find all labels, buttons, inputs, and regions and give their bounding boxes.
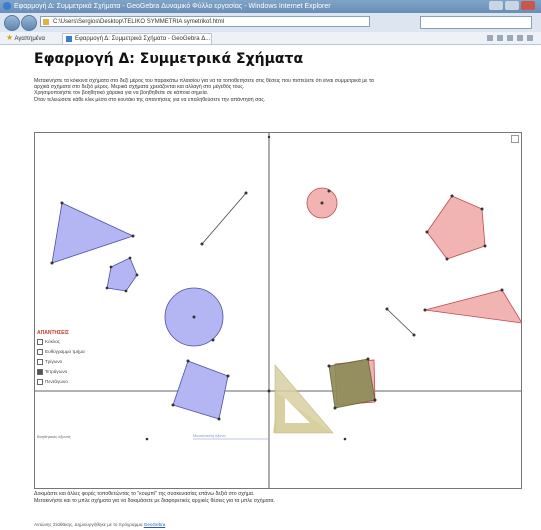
vertex-point[interactable]: [423, 308, 427, 312]
slider-point[interactable]: [343, 437, 347, 441]
vertex-point[interactable]: [480, 207, 484, 211]
geogebra-applet[interactable]: ΑΠΑΝΤΗΣΕΙΣ Κύκλος Ευθύγραμμο τμήμα Τρίγω…: [34, 132, 522, 489]
checkbox-checked[interactable]: [37, 369, 43, 375]
vertex-point[interactable]: [131, 234, 135, 238]
print-icon[interactable]: [507, 35, 513, 41]
circle-point[interactable]: [211, 338, 215, 342]
back-button[interactable]: [4, 15, 20, 31]
maximize-icon[interactable]: [505, 1, 519, 10]
geometry-canvas[interactable]: [35, 133, 521, 488]
answer-square[interactable]: Τετράγωνο: [37, 367, 85, 377]
window-controls: [489, 1, 535, 10]
answers-header: ΑΠΑΝΤΗΣΕΙΣ: [37, 330, 69, 336]
answers-panel: ΑΠΑΝΤΗΣΕΙΣ Κύκλος Ευθύγραμμο τμήμα Τρίγω…: [37, 329, 85, 387]
home-icon[interactable]: [487, 35, 493, 41]
vertex-point[interactable]: [445, 257, 449, 261]
instructions: Μετακινήστε τα κόκκινα σχήματα στο δεξί …: [34, 78, 504, 103]
geogebra-link[interactable]: GeoGebra: [144, 522, 165, 527]
red-pentagon[interactable]: [426, 195, 486, 260]
circle-center[interactable]: [192, 315, 196, 319]
command-bar: [487, 35, 533, 41]
vertex-point[interactable]: [105, 286, 109, 290]
search-input[interactable]: [420, 16, 532, 29]
page-title: Εφαρμογή Δ: Συμμετρικά Σχήματα: [34, 51, 304, 67]
bottom-instructions: Δοκιμάστε και άλλες φορές τοποθετώντας τ…: [34, 491, 514, 504]
vertex-point[interactable]: [373, 398, 377, 402]
slider-label: Μετατόπιση άξονα: [193, 433, 226, 438]
page-icon: [43, 19, 49, 25]
segment-endpoint[interactable]: [244, 191, 248, 195]
vertex-point[interactable]: [500, 288, 504, 292]
address-toolbar: C:\Users\Sergios\Desktop\TELIKO SYMMETRI…: [0, 13, 541, 32]
vertex-point[interactable]: [124, 289, 128, 293]
blue-triangle[interactable]: [51, 202, 135, 264]
reset-icon[interactable]: [511, 135, 519, 143]
vertex-point[interactable]: [60, 201, 64, 205]
blue-pentagon[interactable]: [106, 257, 138, 292]
axis-point[interactable]: [267, 389, 271, 393]
helper-axis-label: Βοηθητικός άξονας: [37, 434, 71, 439]
answer-pentagon[interactable]: Πεντάγωνο: [37, 377, 85, 387]
circle-point[interactable]: [327, 189, 331, 193]
vertex-point[interactable]: [483, 244, 487, 248]
favorites-bar: ★ Αγαπημένα Εφαρμογή Δ: Συμμετρικά Σχήμα…: [0, 32, 541, 45]
vertex-point[interactable]: [450, 194, 454, 198]
instruction-line: Όταν τελειώσετε κάθε κλικ μέσα στο κουτά…: [34, 96, 266, 103]
answer-circle[interactable]: Κύκλος: [37, 337, 85, 347]
segment-endpoint[interactable]: [412, 333, 416, 337]
slider-point[interactable]: [145, 437, 149, 441]
circle-center[interactable]: [320, 201, 324, 205]
minimize-icon[interactable]: [489, 1, 503, 10]
address-input[interactable]: C:\Users\Sergios\Desktop\TELIKO SYMMETRI…: [40, 16, 370, 27]
feeds-icon[interactable]: [497, 35, 503, 41]
segment-endpoint[interactable]: [385, 307, 389, 311]
blue-square[interactable]: [172, 360, 229, 420]
checkbox[interactable]: [37, 349, 43, 355]
bottom-line: Μετακινήστε και το μπλε σχήματα για να δ…: [34, 497, 275, 504]
red-segment[interactable]: [386, 308, 415, 336]
segment-endpoint[interactable]: [200, 242, 204, 246]
vertex-point[interactable]: [128, 256, 132, 260]
bottom-line: Δοκιμάστε και άλλες φορές τοποθετώντας τ…: [34, 491, 255, 497]
axis-top-point[interactable]: [267, 135, 271, 139]
tab-page-icon: [66, 36, 72, 42]
favorites-button[interactable]: ★ Αγαπημένα: [6, 32, 45, 45]
close-icon[interactable]: [521, 1, 535, 10]
vertex-point[interactable]: [135, 273, 139, 277]
window-title: Εφαρμογή Δ: Συμμετρικά Σχήματα - GeoGebr…: [14, 3, 331, 10]
browser-tab[interactable]: Εφαρμογή Δ: Συμμετρικά Σχήματα - GeoGebr…: [62, 33, 212, 44]
page-menu-icon[interactable]: [517, 35, 523, 41]
answer-segment[interactable]: Ευθύγραμμο τμήμα: [37, 347, 85, 357]
checkbox[interactable]: [37, 379, 43, 385]
ie-logo-icon: [3, 2, 11, 10]
answer-triangle[interactable]: Τρίγωνο: [37, 357, 85, 367]
vertex-point[interactable]: [327, 364, 331, 368]
vertex-point[interactable]: [217, 417, 221, 421]
star-icon: ★: [6, 33, 14, 42]
vertex-point[interactable]: [109, 265, 113, 269]
vertex-point[interactable]: [333, 406, 337, 410]
vertex-point[interactable]: [186, 359, 190, 363]
vertex-point[interactable]: [366, 357, 370, 361]
tools-menu-icon[interactable]: [527, 35, 533, 41]
checkbox[interactable]: [37, 359, 43, 365]
credit-line: Αντώνης Σταθάκης, Δημιουργήθηκε με το πρ…: [34, 522, 166, 527]
vertex-point[interactable]: [425, 230, 429, 234]
placed-square[interactable]: [328, 358, 376, 409]
vertex-point[interactable]: [226, 374, 230, 378]
blue-segment[interactable]: [201, 192, 247, 245]
vertex-point[interactable]: [171, 403, 175, 407]
red-triangle[interactable]: [424, 289, 521, 324]
page-content: Εφαρμογή Δ: Συμμετρικά Σχήματα Μετακινήσ…: [0, 45, 541, 530]
window-title-bar: Εφαρμογή Δ: Συμμετρικά Σχήματα - GeoGebr…: [0, 0, 541, 13]
forward-button[interactable]: [21, 15, 37, 31]
vertex-point[interactable]: [50, 261, 54, 265]
checkbox[interactable]: [37, 339, 43, 345]
